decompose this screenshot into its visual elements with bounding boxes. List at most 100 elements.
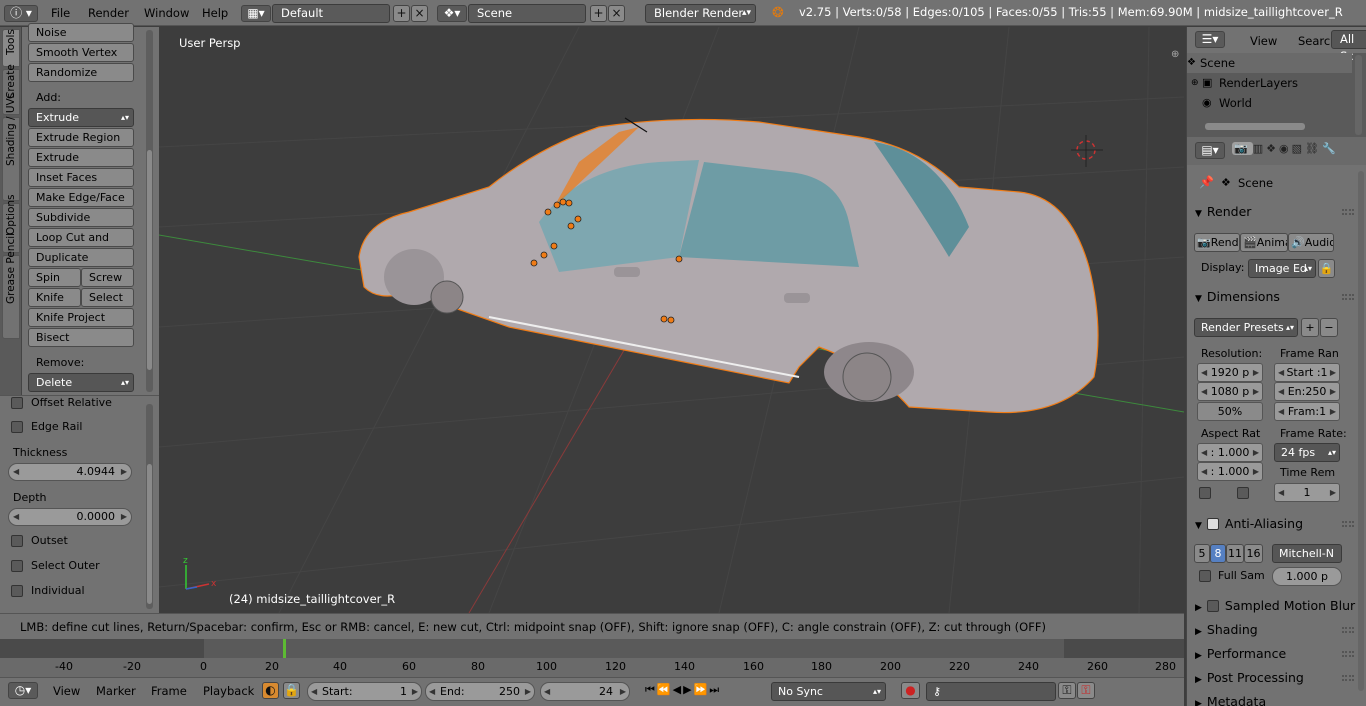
dimensions-panel-header[interactable]: ▼ Dimensions — [1195, 289, 1280, 304]
arrow-right-icon[interactable]: ▶ — [1330, 403, 1336, 421]
subdivide-button[interactable]: Subdivide — [28, 208, 134, 227]
clock-icon[interactable]: ◷▾ — [8, 682, 38, 699]
frame-step-field[interactable]: ◀ Fram:1 ▶ — [1274, 402, 1340, 421]
knife-select-button[interactable]: Select — [81, 288, 134, 307]
start-frame-field[interactable]: Start: 1 ◀ ▶ — [307, 682, 422, 701]
render-image-button[interactable]: 📷Rende — [1194, 233, 1240, 252]
post-processing-panel-header[interactable]: ▶ Post Processing — [1195, 670, 1304, 685]
lock-icon[interactable]: 🔒 — [283, 682, 300, 699]
aa-sample-16-button[interactable]: 16 — [1244, 544, 1263, 563]
duplicate-button[interactable]: Duplicate — [28, 248, 134, 267]
operator-scrollbar[interactable] — [146, 404, 153, 609]
scene-tab-icon[interactable]: ❖ — [1266, 142, 1279, 155]
depth-field[interactable]: ◀ 0.0000 ▶ — [8, 508, 132, 526]
edge-rail-checkbox[interactable] — [11, 421, 23, 433]
antialiasing-panel-header[interactable]: ▼ Anti-Aliasing — [1195, 516, 1303, 531]
preview-range-icon[interactable]: ◐ — [262, 682, 279, 699]
jump-end-icon[interactable]: ⏭ — [709, 683, 721, 696]
outliner-row-world[interactable]: ◉ World — [1187, 93, 1352, 113]
motion-blur-checkbox[interactable] — [1206, 600, 1219, 612]
outliner-v-scrollbar[interactable] — [1355, 55, 1362, 135]
drag-grip-icon[interactable] — [1342, 675, 1354, 681]
arrow-right-icon[interactable]: ▶ — [121, 464, 127, 480]
properties-scrollbar[interactable] — [1358, 171, 1364, 691]
menu-help[interactable]: Help — [202, 4, 228, 23]
frame-start-field[interactable]: ◀ Start :1 ▶ — [1274, 363, 1340, 382]
inset-faces-button[interactable]: Inset Faces — [28, 168, 134, 187]
add-scene-icon[interactable]: + — [590, 5, 607, 22]
spin-button[interactable]: Spin — [28, 268, 81, 287]
drag-grip-icon[interactable] — [1342, 651, 1354, 657]
motion-blur-panel-header[interactable]: ▶ Sampled Motion Blur — [1195, 598, 1355, 613]
arrow-right-icon[interactable]: ▶ — [1253, 463, 1259, 481]
resolution-y-field[interactable]: ◀ 1080 p ▶ — [1197, 382, 1263, 401]
timeline-area[interactable]: -40 -20 0 20 40 60 80 100 120 140 160 18… — [0, 639, 1184, 677]
prev-keyframe-icon[interactable]: ⏪ — [657, 683, 673, 696]
filter-size-field[interactable]: 1.000 p — [1272, 567, 1342, 586]
arrow-right-icon[interactable]: ▶ — [121, 509, 127, 525]
arrow-left-icon[interactable]: ◀ — [544, 683, 550, 701]
drag-grip-icon[interactable] — [1342, 627, 1354, 633]
properties-context-tabs[interactable]: 📷 ▥❖◉▧⛓🔧 — [1232, 142, 1366, 160]
outliner-h-scrollbar[interactable] — [1205, 123, 1305, 130]
tab-grease-pencil[interactable]: Grease Pencil — [2, 233, 20, 339]
arrow-left-icon[interactable]: ◀ — [1201, 383, 1207, 401]
knife-project-button[interactable]: Knife Project — [28, 308, 134, 327]
play-reverse-icon[interactable]: ◀ — [673, 683, 683, 696]
arrow-left-icon[interactable]: ◀ — [1278, 364, 1284, 382]
select-outer-checkbox[interactable] — [11, 560, 23, 572]
current-frame-field[interactable]: 24 ◀ ▶ — [540, 682, 630, 701]
drag-grip-icon[interactable] — [1342, 521, 1354, 527]
screen-layout-icon[interactable]: ▦▾ — [241, 5, 271, 22]
display-filter-select[interactable]: All Sc — [1331, 30, 1366, 63]
menu-window[interactable]: Window — [144, 4, 189, 23]
border-checkbox[interactable] — [1199, 487, 1211, 499]
3d-viewport[interactable]: z x ⊕ User Persp (24) midsize_taillightc… — [159, 27, 1184, 613]
menu-marker[interactable]: Marker — [96, 682, 136, 701]
resolution-x-field[interactable]: ◀ 1920 p ▶ — [1197, 363, 1263, 382]
scene-field[interactable]: Scene — [468, 4, 586, 23]
smooth-vertex-button[interactable]: Smooth Vertex — [28, 43, 134, 62]
crop-checkbox[interactable] — [1237, 487, 1249, 499]
tab-tools[interactable]: Tools — [2, 29, 20, 67]
lock-interface-icon[interactable]: 🔒 — [1318, 259, 1335, 278]
antialiasing-checkbox[interactable] — [1206, 518, 1219, 530]
arrow-right-icon[interactable]: ▶ — [412, 683, 418, 701]
record-icon[interactable]: ● — [901, 682, 920, 699]
arrow-right-icon[interactable]: ▶ — [1330, 364, 1336, 382]
randomize-button[interactable]: Randomize — [28, 63, 134, 82]
add-layout-icon[interactable]: + — [393, 5, 410, 22]
viewport-canvas[interactable]: z x ⊕ — [159, 27, 1184, 613]
play-icon[interactable]: ▶ — [683, 683, 693, 696]
aspect-y-field[interactable]: ◀: 1.000 ▶ — [1197, 462, 1263, 481]
arrow-right-icon[interactable]: ▶ — [620, 683, 626, 701]
constraint-tab-icon[interactable]: ⛓ — [1305, 142, 1322, 155]
drag-grip-icon[interactable] — [1342, 209, 1354, 215]
outset-checkbox[interactable] — [11, 535, 23, 547]
render-tab-icon[interactable]: 📷 — [1232, 142, 1253, 155]
insert-key-icon[interactable]: ⚿ — [1058, 682, 1076, 699]
sync-select[interactable]: No Sync ▴▾ — [771, 682, 886, 701]
remove-scene-icon[interactable]: × — [608, 5, 625, 22]
info-editor-type-icon[interactable]: ⓘ ▾ — [4, 5, 38, 22]
menu-render[interactable]: Render — [88, 4, 129, 23]
arrow-right-icon[interactable]: ▶ — [1330, 383, 1336, 401]
bisect-button[interactable]: Bisect — [28, 328, 134, 347]
framerate-select[interactable]: 24 fps ▴▾ — [1274, 443, 1340, 462]
offset-relative-checkbox[interactable] — [11, 397, 23, 409]
object-tab-icon[interactable]: ▧ — [1292, 142, 1305, 155]
aa-sample-11-button[interactable]: 11 — [1226, 544, 1244, 563]
extrude-individual-button[interactable]: Extrude Individual — [28, 148, 134, 182]
current-frame-indicator[interactable] — [283, 639, 286, 660]
pin-icon[interactable]: 📌 — [1199, 175, 1214, 189]
make-edge-face-button[interactable]: Make Edge/Face — [28, 188, 134, 207]
arrow-left-icon[interactable]: ◀ — [13, 464, 19, 480]
aa-sample-5-button[interactable]: 5 — [1194, 544, 1210, 563]
arrow-right-icon[interactable]: ▶ — [1253, 383, 1259, 401]
properties-editor-icon[interactable]: ▤▾ — [1195, 142, 1225, 159]
arrow-left-icon[interactable]: ◀ — [1201, 444, 1207, 462]
layers-tab-icon[interactable]: ▥ — [1253, 142, 1266, 155]
arrow-left-icon[interactable]: ◀ — [311, 683, 317, 701]
tool-shelf-scrollbar[interactable] — [146, 30, 153, 392]
extrude-select[interactable]: Extrude ▴▾ — [28, 108, 134, 127]
